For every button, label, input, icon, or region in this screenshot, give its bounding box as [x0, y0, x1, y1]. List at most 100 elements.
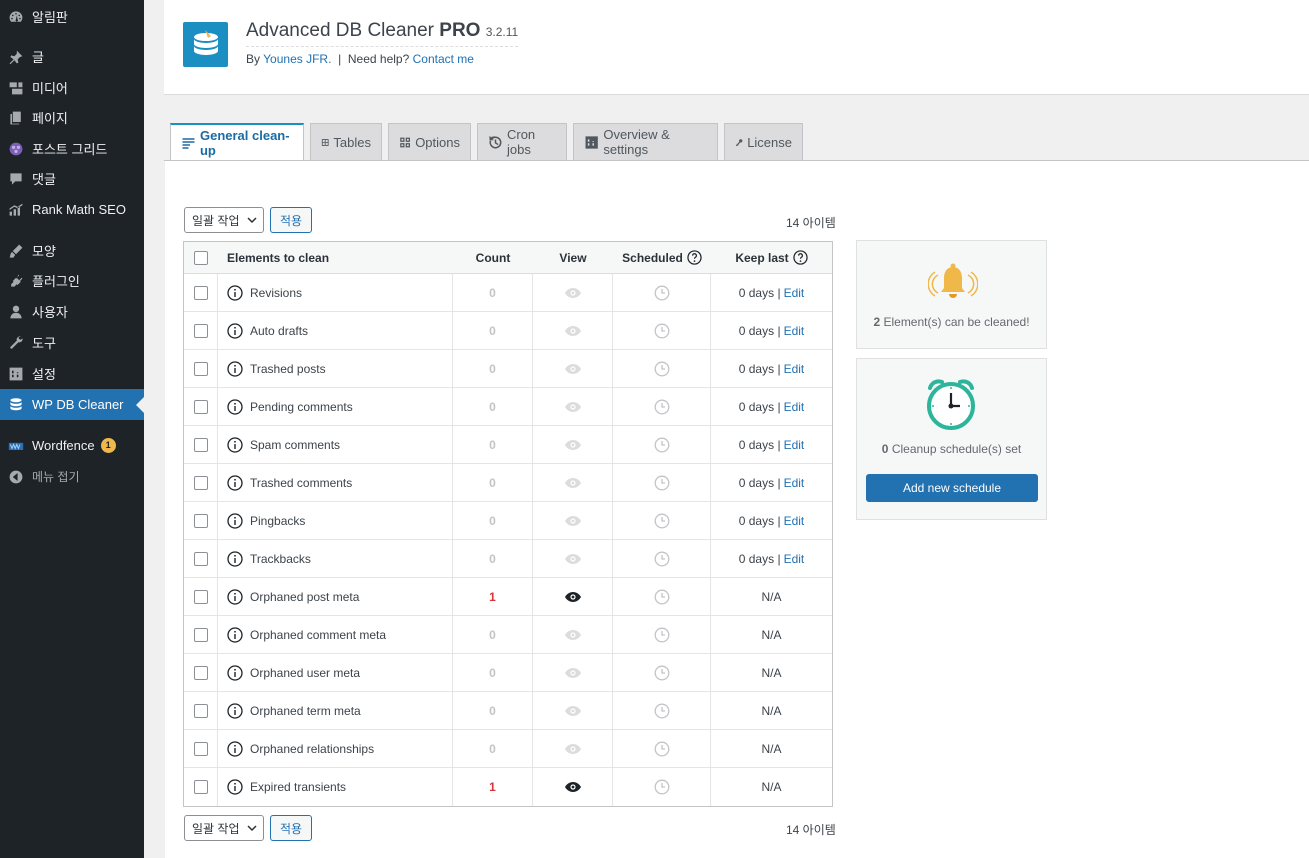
sidebar-item-pages[interactable]: 페이지 [0, 102, 144, 133]
sidebar-item-label: 포스트 그리드 [32, 142, 108, 157]
keep-last-value: N/A [761, 703, 782, 718]
info-icon[interactable] [227, 702, 243, 719]
row-checkbox[interactable] [193, 741, 208, 756]
sidebar-item-settings[interactable]: 설정 [0, 358, 144, 389]
edit-keep-link[interactable]: Edit [784, 362, 805, 376]
by-label: By [246, 52, 261, 66]
edit-keep-link[interactable]: Edit [784, 286, 805, 300]
row-checkbox[interactable] [193, 323, 208, 338]
sidebar-item-dashboard[interactable]: 알림판 [0, 1, 144, 32]
row-checkbox[interactable] [193, 361, 208, 376]
author-link[interactable]: Younes JFR. [263, 52, 331, 66]
bulk-action-select[interactable]: 일괄 작업 [184, 207, 264, 233]
info-icon[interactable] [227, 284, 243, 301]
info-icon[interactable] [227, 664, 243, 681]
tab-overview-settings[interactable]: Overview & settings [573, 123, 718, 160]
edit-keep-link[interactable]: Edit [784, 476, 805, 490]
edit-keep-link[interactable]: Edit [784, 324, 805, 338]
sidebar-item-label: 미디어 [32, 81, 68, 96]
sidebar-item-media[interactable]: 미디어 [0, 72, 144, 103]
eye-icon[interactable] [564, 591, 582, 603]
info-icon[interactable] [227, 360, 243, 377]
settings-icon [8, 366, 24, 382]
contact-link[interactable]: Contact me [413, 52, 474, 66]
element-count: 1 [489, 589, 496, 604]
row-checkbox[interactable] [193, 780, 208, 794]
element-count: 0 [489, 513, 496, 528]
sidebar-collapse-menu[interactable]: 메뉴 접기 [0, 461, 144, 492]
info-icon[interactable] [227, 398, 243, 415]
sidebar-item-label: 메뉴 접기 [32, 470, 80, 484]
sidebar-item-plugins[interactable]: 플러그인 [0, 265, 144, 296]
table-row: Revisions 0 0 days | Edit [184, 274, 832, 312]
info-icon[interactable] [227, 436, 243, 453]
info-icon[interactable] [227, 588, 243, 605]
keep-last-value: 0 days | [738, 323, 781, 338]
row-checkbox[interactable] [193, 475, 208, 490]
sidebar-item-comments[interactable]: 댓글 [0, 163, 144, 194]
info-icon[interactable] [227, 474, 243, 491]
sidebar-item-label: WP DB Cleaner [32, 397, 124, 412]
row-checkbox[interactable] [193, 285, 208, 300]
plugin-icon [8, 273, 24, 289]
sidebar-item-posts[interactable]: 글 [0, 41, 144, 72]
tab-options[interactable]: Options [388, 123, 471, 160]
row-checkbox[interactable] [193, 627, 208, 642]
row-checkbox[interactable] [193, 551, 208, 566]
row-checkbox[interactable] [193, 437, 208, 452]
column-scheduled: Scheduled [622, 250, 683, 265]
sidebar-item-label: 모양 [32, 244, 56, 259]
sidebar-item-wordfence[interactable]: Wordfence 1 [0, 430, 144, 461]
sidebar-item-tools[interactable]: 도구 [0, 327, 144, 358]
select-all-checkbox[interactable] [194, 250, 208, 265]
row-checkbox[interactable] [193, 399, 208, 414]
edit-keep-link[interactable]: Edit [784, 514, 805, 528]
eye-icon [564, 363, 581, 374]
row-checkbox[interactable] [193, 665, 208, 680]
info-icon[interactable] [227, 779, 243, 795]
element-count: 0 [489, 285, 496, 300]
table-row: Orphaned relationships 0 N/A [184, 730, 832, 768]
edit-keep-link[interactable]: Edit [784, 552, 805, 566]
add-new-schedule-button[interactable]: Add new schedule [866, 474, 1038, 502]
tab-general-clean-up[interactable]: General clean-up [170, 123, 304, 161]
info-icon[interactable] [227, 550, 243, 567]
info-icon[interactable] [227, 626, 243, 643]
tab-tables[interactable]: Tables [310, 123, 382, 160]
tab-license[interactable]: License [724, 123, 803, 160]
clean-up-table: Elements to clean Count View Scheduled K… [183, 241, 833, 807]
help-icon[interactable] [793, 250, 808, 265]
row-checkbox[interactable] [193, 513, 208, 528]
help-icon[interactable] [687, 250, 702, 265]
column-elements: Elements to clean [227, 250, 330, 265]
sidebar-item-users[interactable]: 사용자 [0, 296, 144, 327]
admin-sidebar: 알림판 글 미디어 페이지 포스트 그리드 댓글 Rank Math SEO 모… [0, 0, 144, 858]
settings-icon [585, 135, 598, 149]
sidebar-item-label: 플러그인 [32, 274, 80, 289]
cleanable-summary-box: 2 Element(s) can be cleaned! [856, 240, 1047, 349]
sidebar-item-appearance[interactable]: 모양 [0, 235, 144, 266]
edit-keep-link[interactable]: Edit [784, 400, 805, 414]
row-checkbox[interactable] [193, 589, 208, 604]
apply-button[interactable]: 적용 [270, 815, 313, 841]
element-name: Trackbacks [250, 551, 311, 566]
sidebar-item-post-grid[interactable]: 포스트 그리드 [0, 133, 144, 164]
sidebar-item-label: Rank Math SEO [32, 202, 126, 217]
clock-icon [654, 361, 669, 376]
plugin-byline: By Younes JFR. | Need help? Contact me [246, 52, 474, 66]
row-checkbox[interactable] [193, 703, 208, 718]
sidebar-item-wp-db-cleaner[interactable]: WP DB Cleaner [0, 389, 144, 420]
info-icon[interactable] [227, 322, 243, 339]
bulk-action-select[interactable]: 일괄 작업 [184, 815, 264, 841]
info-icon[interactable] [227, 740, 243, 757]
sidebar-item-rank-math[interactable]: Rank Math SEO [0, 194, 144, 225]
edit-keep-link[interactable]: Edit [784, 438, 805, 452]
bulk-actions-top: 일괄 작업 적용 [184, 207, 313, 233]
eye-icon[interactable] [564, 781, 582, 793]
apply-button[interactable]: 적용 [270, 207, 313, 233]
element-name: Auto drafts [250, 323, 309, 338]
info-icon[interactable] [227, 512, 243, 529]
keep-last-value: 0 days | [738, 475, 781, 490]
tab-cron-jobs[interactable]: Cron jobs [477, 123, 567, 160]
tab-label: General clean-up [199, 128, 290, 158]
